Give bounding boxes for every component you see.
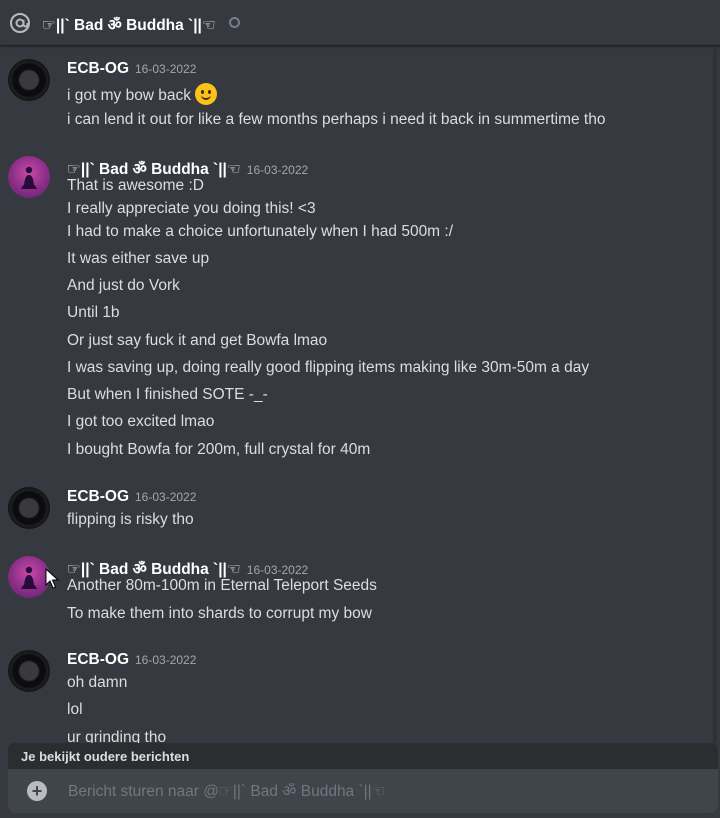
timestamp: 16-03-2022 [135,653,197,667]
offline-status-icon [229,17,240,28]
message-line: But when I finished SOTE -_- [67,386,268,403]
message-header: ECB-OG 16-03-2022 [67,488,196,506]
message-composer: + [8,769,718,813]
username[interactable]: ECB-OG [67,60,129,77]
message-line: lol [67,701,83,718]
message-line: i can lend it out for like a few months … [67,111,606,128]
message-line: I got too excited lmao [67,413,215,430]
message-line: ur grinding tho [67,729,167,743]
username[interactable]: ECB-OG [67,488,129,505]
timestamp: 16-03-2022 [135,62,197,76]
at-icon [10,13,30,33]
message-line: I had to make a choice unfortunately whe… [67,223,454,240]
message-header: ECB-OG 16-03-2022 [67,60,196,78]
scrollbar[interactable] [713,47,717,743]
message-line: Another 80m-100m in Eternal Teleport See… [67,577,377,594]
username[interactable]: ☞||` Bad ॐ Buddha `||☜ [67,161,241,178]
channel-title: ☞||` Bad ॐ Buddha `||☜ [42,17,216,34]
message-line: I was saving up, doing really good flipp… [67,359,590,376]
message-header: ☞||` Bad ॐ Buddha `||☜ 16-03-2022 [67,557,308,579]
mouse-cursor-icon [45,568,59,589]
avatar[interactable] [8,59,50,101]
message-line: That is awesome :D [67,177,204,194]
plus-circle-icon[interactable]: + [27,781,47,801]
channel-header: ☞||` Bad ॐ Buddha `||☜ [0,0,720,46]
message-line: Or just say fuck it and get Bowfa lmao [67,332,328,349]
avatar[interactable] [8,487,50,529]
buddha-silhouette-icon [21,566,37,589]
username[interactable]: ☞||` Bad ॐ Buddha `||☜ [67,561,241,578]
message-line: To make them into shards to corrupt my b… [67,605,372,622]
message-header: ☞||` Bad ॐ Buddha `||☜ 16-03-2022 [67,157,308,179]
message-line: oh damn [67,674,128,691]
timestamp: 16-03-2022 [246,163,309,177]
timestamp: 16-03-2022 [135,490,197,504]
message-line: Until 1b [67,304,120,321]
message-line: i got my bow back [67,83,218,105]
message-text: i got my bow back [67,87,192,104]
message-input[interactable] [66,779,690,805]
message-header: ECB-OG 16-03-2022 [67,651,196,669]
older-messages-notice[interactable]: Je bekijkt oudere berichten [8,743,718,769]
timestamp: 16-03-2022 [246,563,309,577]
message-line: I bought Bowfa for 200m, full crystal fo… [67,441,371,458]
slightly-smiling-face-icon [195,83,218,105]
message-line: flipping is risky tho [67,511,194,528]
avatar[interactable] [8,650,50,692]
message-list[interactable]: ECB-OG 16-03-2022 i got my bow back i can… [0,47,718,743]
username[interactable]: ECB-OG [67,651,129,668]
message-line: And just do Vork [67,277,180,294]
buddha-silhouette-icon [21,166,37,189]
avatar[interactable] [8,556,50,598]
message-line: It was either save up [67,250,210,267]
message-line: I really appreciate you doing this! <3 [67,200,316,217]
avatar[interactable] [8,156,50,198]
